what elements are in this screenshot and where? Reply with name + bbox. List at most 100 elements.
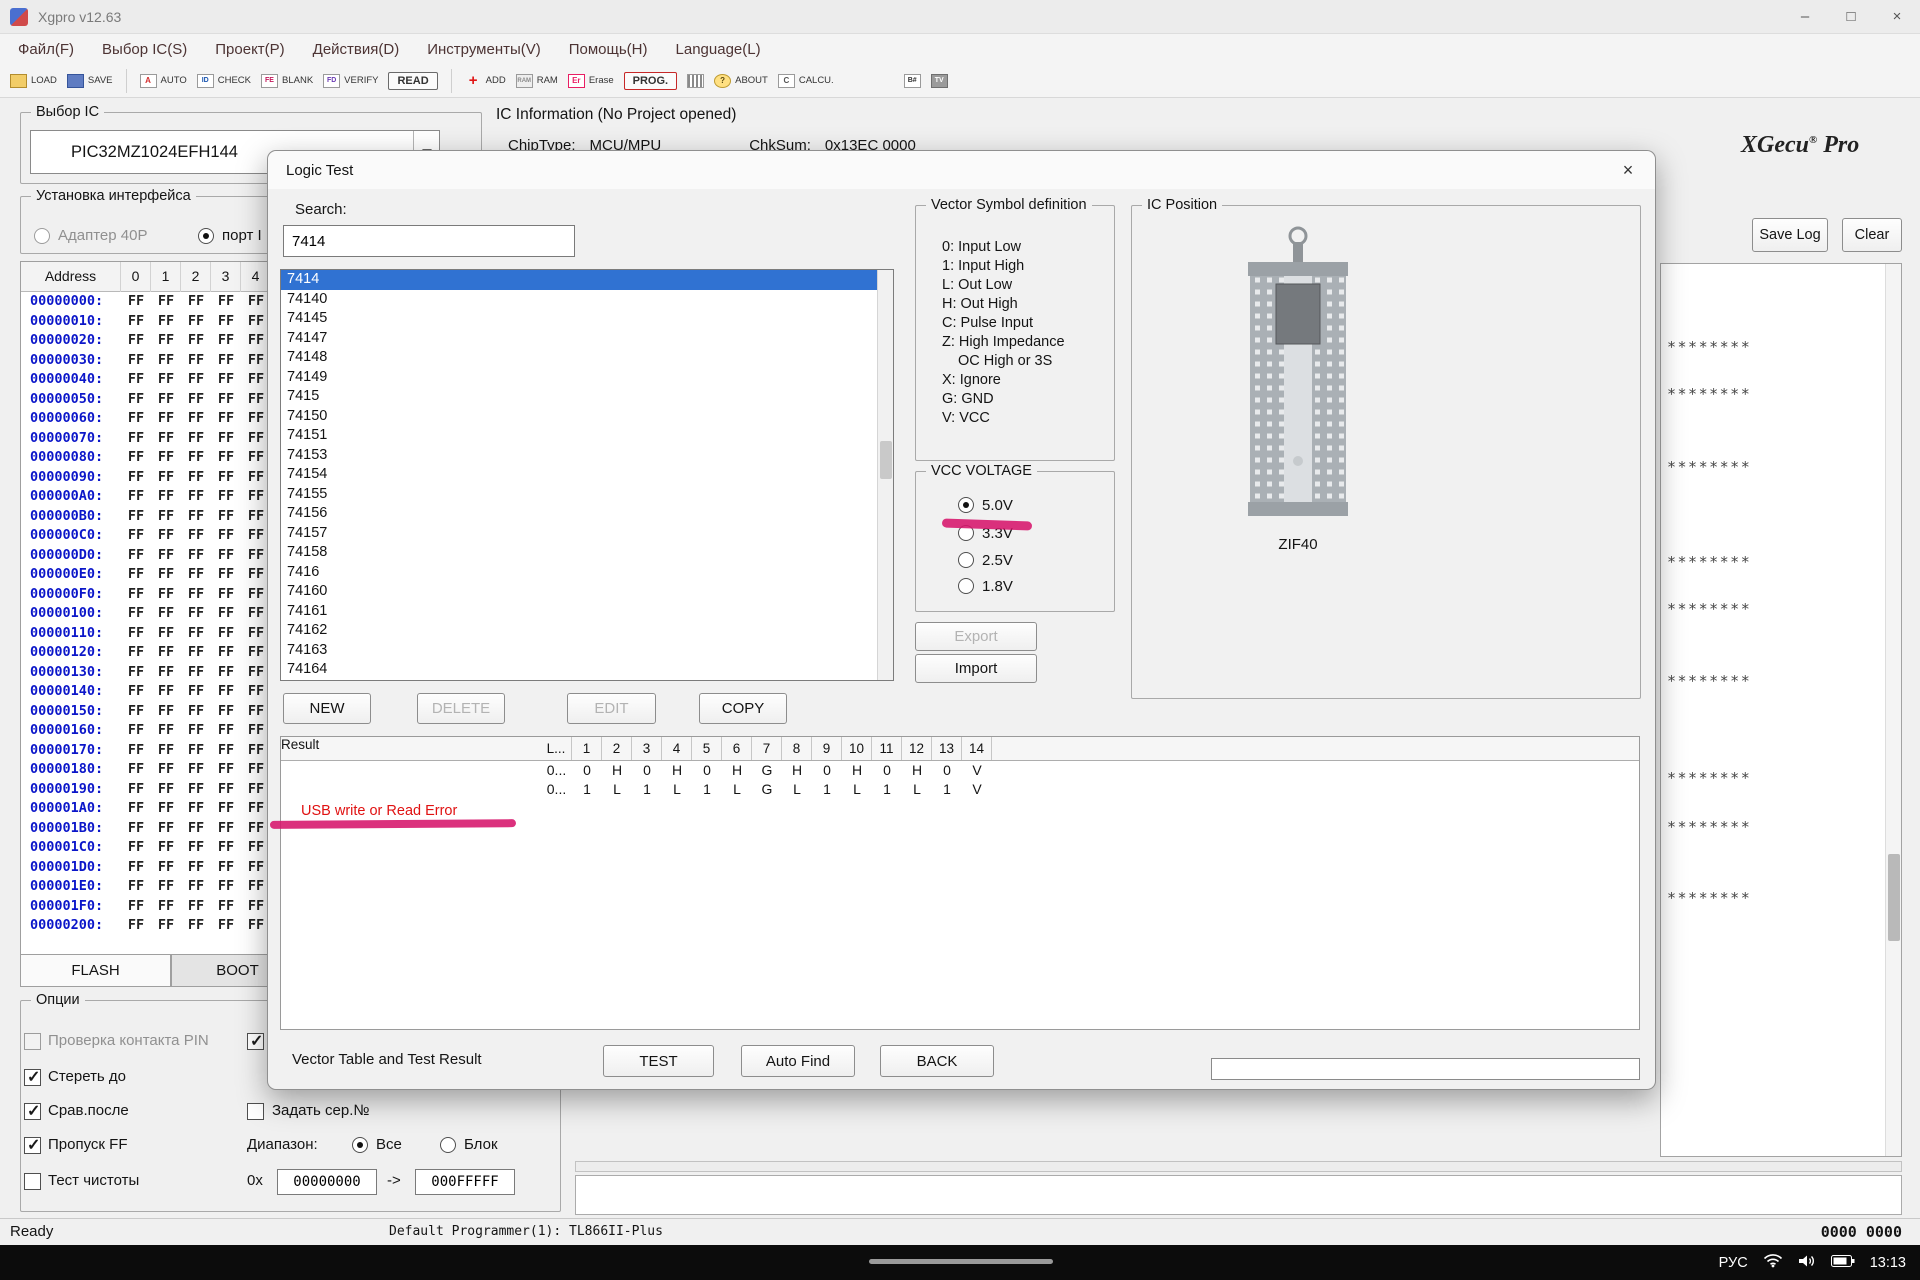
vcc-option-18v[interactable]: 1.8V	[958, 577, 1013, 595]
toolbar-ram-button[interactable]: RAMRAM	[516, 74, 558, 88]
wifi-icon[interactable]	[1763, 1253, 1783, 1272]
result-cell: H	[722, 761, 752, 780]
test-button[interactable]: TEST	[603, 1045, 714, 1077]
language-indicator[interactable]: РУС	[1719, 1255, 1748, 1271]
ic-list-item[interactable]: 74150	[281, 407, 893, 427]
log-scrollbar[interactable]	[1885, 264, 1901, 1156]
toolbar-tv-icon-button[interactable]: TV	[931, 74, 948, 88]
toolbar-prog-button[interactable]: PROG.	[624, 72, 677, 90]
toolbar-auto-button[interactable]: AAUTO	[140, 74, 187, 88]
erase-before-checkbox[interactable]	[24, 1069, 41, 1086]
save-log-button[interactable]: Save Log	[1752, 218, 1828, 252]
skip-ff-checkbox[interactable]	[24, 1137, 41, 1154]
auto-find-button[interactable]: Auto Find	[741, 1045, 855, 1077]
toolbar-save-button[interactable]: SAVE	[67, 74, 113, 88]
hex-byte: FF	[151, 838, 181, 858]
new-button[interactable]: NEW	[283, 693, 371, 724]
floppy-icon	[67, 74, 84, 88]
battery-icon[interactable]	[1831, 1254, 1855, 1272]
dialog-close-icon[interactable]: ×	[1609, 155, 1647, 185]
menu-file[interactable]: Файл(F)	[4, 41, 88, 58]
ic-list-item[interactable]: 74165	[281, 680, 893, 682]
maximize-button[interactable]: □	[1828, 0, 1874, 34]
range-to-input[interactable]	[415, 1169, 515, 1195]
hex-address: 00000000:	[21, 292, 121, 312]
purity-test-checkbox[interactable]	[24, 1173, 41, 1190]
copy-button[interactable]: COPY	[699, 693, 787, 724]
toolbar-erase-button[interactable]: ErErase	[568, 74, 614, 88]
close-button[interactable]: ×	[1874, 0, 1920, 34]
menu-actions[interactable]: Действия(D)	[299, 41, 414, 58]
tab-flash[interactable]: FLASH	[20, 954, 171, 987]
usb-error-text: USB write or Read Error	[301, 803, 457, 819]
list-scrollbar-thumb[interactable]	[880, 441, 892, 479]
vcc-option-50v[interactable]: 5.0V	[958, 496, 1013, 514]
import-button[interactable]: Import	[915, 654, 1037, 683]
toolbar-read-button[interactable]: READ	[388, 72, 437, 90]
toolbar-serial-icon-button[interactable]: B#	[904, 74, 921, 88]
menu-language[interactable]: Language(L)	[662, 41, 775, 58]
ic-list-item[interactable]: 74155	[281, 485, 893, 505]
ic-list-item[interactable]: 74153	[281, 446, 893, 466]
menu-tools[interactable]: Инструменты(V)	[413, 41, 555, 58]
ic-list-item[interactable]: 7416	[281, 563, 893, 583]
toolbar-label: READ	[397, 75, 428, 87]
serial-checkbox[interactable]	[247, 1103, 264, 1120]
partial-checkbox[interactable]	[247, 1033, 264, 1050]
ic-list-item[interactable]: 74145	[281, 309, 893, 329]
adapter-radio[interactable]	[34, 228, 50, 244]
range-block-radio[interactable]	[440, 1137, 456, 1153]
toolbar-verify-button[interactable]: FDVERIFY	[323, 74, 378, 88]
menu-select-ic[interactable]: Выбор IC(S)	[88, 41, 201, 58]
ic-list-item[interactable]: 74151	[281, 426, 893, 446]
ic-list-item[interactable]: 74149	[281, 368, 893, 388]
menu-project[interactable]: Проект(P)	[201, 41, 298, 58]
toolbar-check-button[interactable]: IDCHECK	[197, 74, 251, 88]
ic-list-item[interactable]: 7414	[281, 270, 893, 290]
toolbar-stripes-icon-button[interactable]	[687, 74, 704, 88]
toolbar-add-button[interactable]: +ADD	[465, 74, 506, 88]
taskbar-pill[interactable]	[869, 1259, 1053, 1264]
pin-check-checkbox[interactable]	[24, 1033, 41, 1050]
toolbar-calcu-button[interactable]: CCALCU.	[778, 74, 834, 88]
edit-button[interactable]: EDIT	[567, 693, 656, 724]
search-input[interactable]	[283, 225, 575, 257]
ic-list-item[interactable]: 74156	[281, 504, 893, 524]
back-button[interactable]: BACK	[880, 1045, 994, 1077]
ic-list-item[interactable]: 74147	[281, 329, 893, 349]
ic-list-item[interactable]: 74162	[281, 621, 893, 641]
toolbar-blank-button[interactable]: FEBLANK	[261, 74, 313, 88]
dialog-title-bar[interactable]: Logic Test	[268, 151, 1655, 189]
ic-list-item[interactable]: 74154	[281, 465, 893, 485]
ic-list-item[interactable]: 74161	[281, 602, 893, 622]
ic-list-item[interactable]: 74158	[281, 543, 893, 563]
list-scrollbar[interactable]	[877, 270, 893, 680]
ic-list-item[interactable]: 74148	[281, 348, 893, 368]
menu-help[interactable]: Помощь(H)	[555, 41, 662, 58]
ic-list-item[interactable]: 74160	[281, 582, 893, 602]
toolbar-load-button[interactable]: LOAD	[10, 74, 57, 88]
toolbar-about-button[interactable]: ?ABOUT	[714, 74, 768, 88]
hex-address: 00000010:	[21, 312, 121, 332]
adapter-radio-label: Адаптер 40P	[58, 227, 147, 245]
verify-after-checkbox[interactable]	[24, 1103, 41, 1120]
ic-list[interactable]: 7414741407414574147741487414974157415074…	[280, 269, 894, 681]
port-radio[interactable]	[198, 228, 214, 244]
minimize-button[interactable]: –	[1782, 0, 1828, 34]
hex-byte: FF	[211, 526, 241, 546]
export-button[interactable]: Export	[915, 622, 1037, 651]
vcc-option-25v[interactable]: 2.5V	[958, 551, 1013, 569]
clear-button[interactable]: Clear	[1842, 218, 1902, 252]
ic-list-item[interactable]: 74163	[281, 641, 893, 661]
horizontal-scrollbar[interactable]	[575, 1161, 1902, 1172]
log-scrollbar-thumb[interactable]	[1888, 854, 1900, 941]
ic-list-item[interactable]: 74164	[281, 660, 893, 680]
ic-list-item[interactable]: 7415	[281, 387, 893, 407]
ic-list-item[interactable]: 74140	[281, 290, 893, 310]
range-from-input[interactable]	[277, 1169, 377, 1195]
delete-button[interactable]: DELETE	[417, 693, 505, 724]
ic-list-item[interactable]: 74157	[281, 524, 893, 544]
clock[interactable]: 13:13	[1870, 1255, 1906, 1271]
volume-icon[interactable]	[1798, 1254, 1816, 1272]
range-all-radio[interactable]	[352, 1137, 368, 1153]
